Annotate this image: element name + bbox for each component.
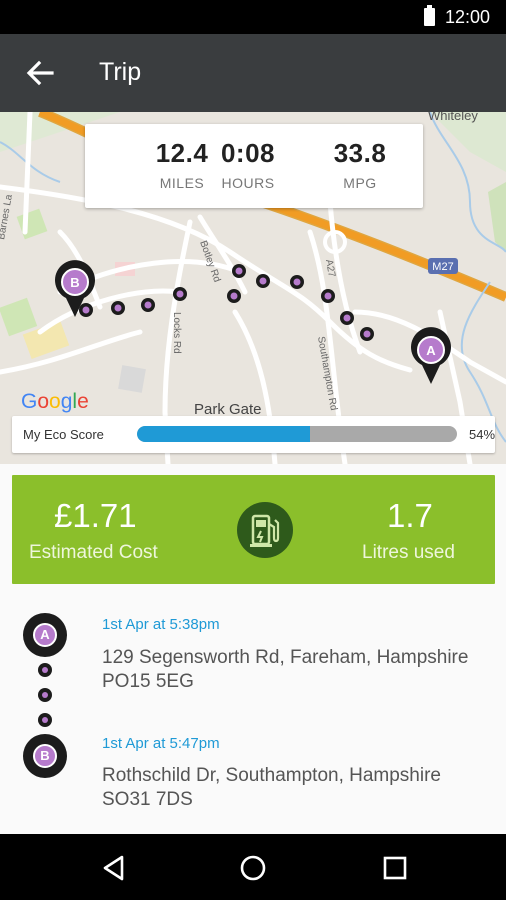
start-time: 1st Apr at 5:38pm: [102, 616, 220, 633]
start-pin-icon: A: [23, 613, 67, 657]
app-bar: Trip: [0, 34, 506, 112]
hours-stat: 0:08 HOURS: [198, 138, 298, 191]
end-pin-icon: B: [23, 734, 67, 778]
estimated-cost-value: £1.71: [54, 497, 137, 534]
map-label-whiteley: Whiteley: [428, 112, 478, 123]
system-nav-bar: [0, 834, 506, 900]
status-time: 12:00: [445, 7, 491, 27]
recents-nav-icon[interactable]: [381, 854, 409, 882]
google-logo: Google: [21, 390, 89, 413]
trip-details: A B 1st Apr at 5:38pm 129 Segensworth Rd…: [0, 584, 506, 834]
hours-value: 0:08: [220, 138, 276, 168]
eco-score-fill: [137, 426, 310, 442]
status-bar: 12:00: [0, 0, 506, 34]
end-address: Rothschild Dr, Southampton, Hampshire SO…: [102, 765, 441, 810]
mpg-stat: 33.8 MPG: [310, 138, 410, 191]
eco-score-label: My Eco Score: [23, 427, 104, 442]
home-nav-icon[interactable]: [239, 854, 267, 882]
back-arrow-icon[interactable]: [22, 56, 56, 90]
eco-score-percent: 54%: [469, 427, 496, 442]
route-dot-icon: [38, 663, 52, 677]
route-dot-icon: [38, 688, 52, 702]
route-dot-icon: [38, 713, 52, 727]
start-address: 129 Segensworth Rd, Fareham, Hampshire P…: [102, 647, 469, 692]
litres-value: 1.7: [387, 497, 433, 534]
svg-text:A: A: [426, 343, 436, 358]
fuel-pump-icon: [237, 502, 293, 558]
estimated-cost-label: Estimated Cost: [29, 542, 158, 563]
page-title: Trip: [99, 58, 142, 86]
end-time: 1st Apr at 5:47pm: [102, 735, 220, 752]
fuel-cost-card: £1.71 Estimated Cost 1.7 Litres used: [12, 475, 495, 584]
map-label-m27: M27: [432, 261, 453, 273]
eco-score-bar: [137, 426, 457, 442]
mpg-value: 33.8: [333, 138, 387, 168]
eco-score-card: My Eco Score 54%: [12, 416, 495, 453]
trip-stats-card: 12.4 MILES 0:08 HOURS 33.8 MPG: [85, 124, 423, 208]
battery-icon: [424, 5, 435, 26]
back-nav-icon[interactable]: [100, 854, 128, 882]
hours-label: HOURS: [221, 175, 275, 191]
svg-text:B: B: [70, 275, 79, 290]
litres-label: Litres used: [362, 542, 455, 563]
map-label-locks-rd: Locks Rd: [171, 312, 182, 354]
mpg-label: MPG: [343, 175, 377, 191]
